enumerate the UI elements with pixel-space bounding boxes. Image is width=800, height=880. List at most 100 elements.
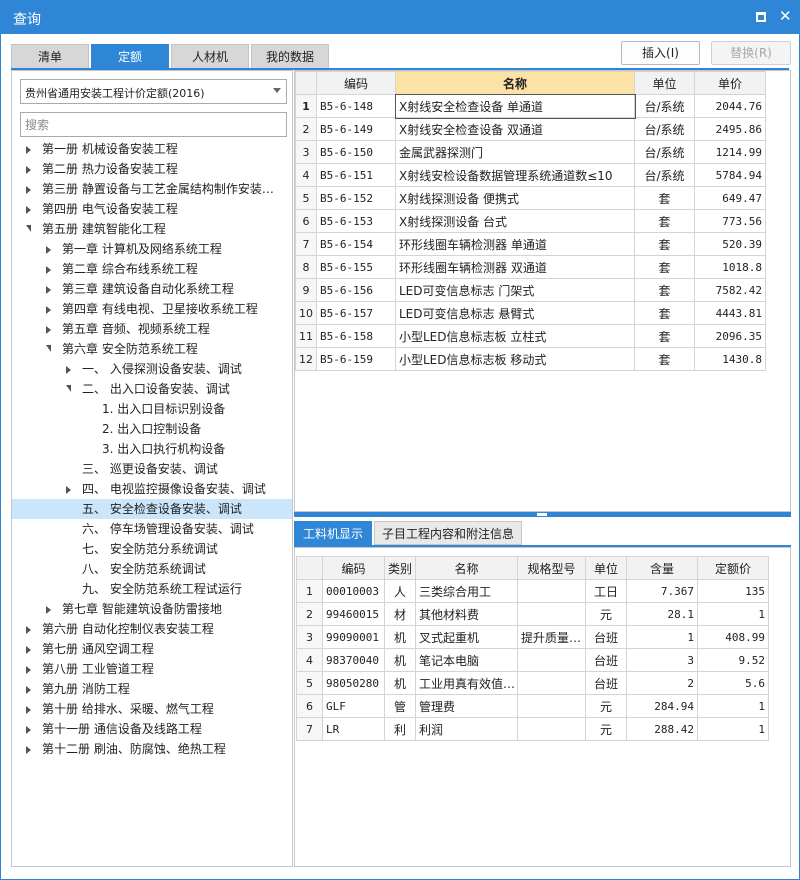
collapsed-triangle-icon[interactable] <box>66 486 71 494</box>
splitter-handle-icon[interactable] <box>537 513 547 516</box>
quantity-cell[interactable]: 3 <box>626 648 698 672</box>
header-name[interactable]: 名称 <box>395 71 635 95</box>
collapsed-triangle-icon[interactable] <box>46 286 51 294</box>
code-cell[interactable]: LR <box>322 717 385 741</box>
name-cell[interactable]: LED可变信息标志 悬臂式 <box>395 301 635 325</box>
header-quota-price[interactable]: 定额价 <box>697 556 769 580</box>
tree-node[interactable]: 六、 停车场管理设备安装、调试 <box>12 519 292 539</box>
spec-cell[interactable] <box>517 579 586 603</box>
price-cell[interactable]: 649.47 <box>694 186 766 210</box>
tree-node[interactable]: 第四章 有线电视、卫星接收系统工程 <box>12 299 292 319</box>
table-row[interactable]: 9 B5-6-156 LED可变信息标志 门架式套 7582.42 <box>295 278 766 302</box>
code-cell[interactable]: B5-6-155 <box>316 255 396 279</box>
tree-node[interactable]: 第五册 建筑智能化工程 <box>12 219 292 239</box>
chevron-down-icon[interactable] <box>273 88 281 93</box>
expanded-triangle-icon[interactable] <box>26 225 31 232</box>
name-cell[interactable]: X射线安全检查设备 双通道 <box>395 117 635 141</box>
collapsed-triangle-icon[interactable] <box>26 746 31 754</box>
collapsed-triangle-icon[interactable] <box>46 266 51 274</box>
tree-node[interactable]: 第十一册 通信设备及线路工程 <box>12 719 292 739</box>
unit-cell[interactable]: 套 <box>634 232 695 256</box>
code-cell[interactable]: 98050280 <box>322 671 385 695</box>
collapsed-triangle-icon[interactable] <box>26 146 31 154</box>
code-cell[interactable]: 98370040 <box>322 648 385 672</box>
code-cell[interactable]: B5-6-158 <box>316 324 396 348</box>
tree-node[interactable]: 第五章 音频、视频系统工程 <box>12 319 292 339</box>
table-row[interactable]: 4 B5-6-151 X射线安检设备数据管理系统通道数≤10 台/系统 5784.94 <box>295 163 766 187</box>
quantity-cell[interactable]: 28.1 <box>626 602 698 626</box>
tree-node[interactable]: 2. 出入口控制设备 <box>12 419 292 439</box>
table-row[interactable]: 7 B5-6-154 环形线圈车辆检测器 单通道套 520.39 <box>295 232 766 256</box>
unit-cell[interactable]: 台班 <box>585 625 627 649</box>
code-cell[interactable]: B5-6-149 <box>316 117 396 141</box>
quota-price-cell[interactable]: 1 <box>697 602 769 626</box>
tree-node[interactable]: 第一章 计算机及网络系统工程 <box>12 239 292 259</box>
collapsed-triangle-icon[interactable] <box>26 646 31 654</box>
collapsed-triangle-icon[interactable] <box>26 626 31 634</box>
tree-node[interactable]: 第三册 静置设备与工艺金属结构制作安装… <box>12 179 292 199</box>
tree-node[interactable]: 第六章 安全防范系统工程 <box>12 339 292 359</box>
tree-node[interactable]: 第二章 综合布线系统工程 <box>12 259 292 279</box>
tree-node[interactable]: 1. 出入口目标识别设备 <box>12 399 292 419</box>
unit-cell[interactable]: 台/系统 <box>634 94 695 118</box>
quantity-cell[interactable]: 1 <box>626 625 698 649</box>
close-icon[interactable]: ✕ <box>779 9 792 24</box>
collapsed-triangle-icon[interactable] <box>46 606 51 614</box>
price-cell[interactable]: 4443.81 <box>694 301 766 325</box>
table-row[interactable]: 5 B5-6-152 X射线探测设备 便携式套 649.47 <box>295 186 766 210</box>
price-cell[interactable]: 1214.99 <box>694 140 766 164</box>
collapsed-triangle-icon[interactable] <box>46 326 51 334</box>
tree-node[interactable]: 第二册 热力设备安装工程 <box>12 159 292 179</box>
collapsed-triangle-icon[interactable] <box>66 366 71 374</box>
collapsed-triangle-icon[interactable] <box>46 246 51 254</box>
code-cell[interactable]: 00010003 <box>322 579 385 603</box>
tab-sub-item-content[interactable]: 子目工程内容和附注信息 <box>374 521 522 545</box>
unit-cell[interactable]: 元 <box>585 694 627 718</box>
name-cell[interactable]: LED可变信息标志 门架式 <box>395 278 635 302</box>
price-cell[interactable]: 1018.8 <box>694 255 766 279</box>
tree-node[interactable]: 九、 安全防范系统工程试运行 <box>12 579 292 599</box>
rate-standard-select[interactable]: 贵州省通用安装工程计价定额(2016) <box>20 79 287 104</box>
table-row[interactable]: 3 B5-6-150 金属武器探测门 台/系统 1214.99 <box>295 140 766 164</box>
table-row[interactable]: 10 B5-6-157 LED可变信息标志 悬臂式套 4443.81 <box>295 301 766 325</box>
quota-price-cell[interactable]: 5.6 <box>697 671 769 695</box>
expanded-triangle-icon[interactable] <box>46 345 51 352</box>
spec-cell[interactable] <box>517 671 586 695</box>
code-cell[interactable]: B5-6-148 <box>316 94 396 118</box>
tab-quota[interactable]: 定额 <box>91 44 169 68</box>
price-cell[interactable]: 7582.42 <box>694 278 766 302</box>
unit-cell[interactable]: 套 <box>634 209 695 233</box>
header-quantity[interactable]: 含量 <box>626 556 698 580</box>
code-cell[interactable]: B5-6-156 <box>316 278 396 302</box>
tree-node[interactable]: 三、 巡更设备安装、调试 <box>12 459 292 479</box>
maximize-icon[interactable] <box>756 12 766 22</box>
table-row[interactable]: 2 99460015 材其他材料费 元 28.1 1 <box>296 602 769 626</box>
name-cell[interactable]: 其他材料费 <box>415 602 518 626</box>
table-row[interactable]: 8 B5-6-155 环形线圈车辆检测器 双通道套 1018.8 <box>295 255 766 279</box>
quota-price-cell[interactable]: 1 <box>697 717 769 741</box>
code-cell[interactable]: B5-6-157 <box>316 301 396 325</box>
tree-node[interactable]: 五、 安全检查设备安装、调试 <box>12 499 292 519</box>
collapsed-triangle-icon[interactable] <box>26 726 31 734</box>
spec-cell[interactable] <box>517 648 586 672</box>
name-cell[interactable]: 环形线圈车辆检测器 单通道 <box>395 232 635 256</box>
header-unit-price[interactable]: 单价 <box>694 71 766 95</box>
collapsed-triangle-icon[interactable] <box>26 686 31 694</box>
tree-node[interactable]: 第六册 自动化控制仪表安装工程 <box>12 619 292 639</box>
header-unit[interactable]: 单位 <box>634 71 695 95</box>
price-cell[interactable]: 520.39 <box>694 232 766 256</box>
tree-node[interactable]: 第九册 消防工程 <box>12 679 292 699</box>
unit-cell[interactable]: 台班 <box>585 648 627 672</box>
collapsed-triangle-icon[interactable] <box>26 186 31 194</box>
tab-bill[interactable]: 清单 <box>11 44 89 68</box>
table-row[interactable]: 7 LR 利利润 元 288.42 1 <box>296 717 769 741</box>
table-row[interactable]: 6 GLF 管管理费 元 284.94 1 <box>296 694 769 718</box>
price-cell[interactable]: 5784.94 <box>694 163 766 187</box>
category-cell[interactable]: 机 <box>384 671 416 695</box>
code-cell[interactable]: 99460015 <box>322 602 385 626</box>
collapsed-triangle-icon[interactable] <box>26 166 31 174</box>
name-cell[interactable]: X射线安检设备数据管理系统通道数≤10 <box>395 163 635 187</box>
unit-cell[interactable]: 套 <box>634 301 695 325</box>
table-row[interactable]: 11 B5-6-158 小型LED信息标志板 立柱式套 2096.35 <box>295 324 766 348</box>
code-cell[interactable]: B5-6-154 <box>316 232 396 256</box>
